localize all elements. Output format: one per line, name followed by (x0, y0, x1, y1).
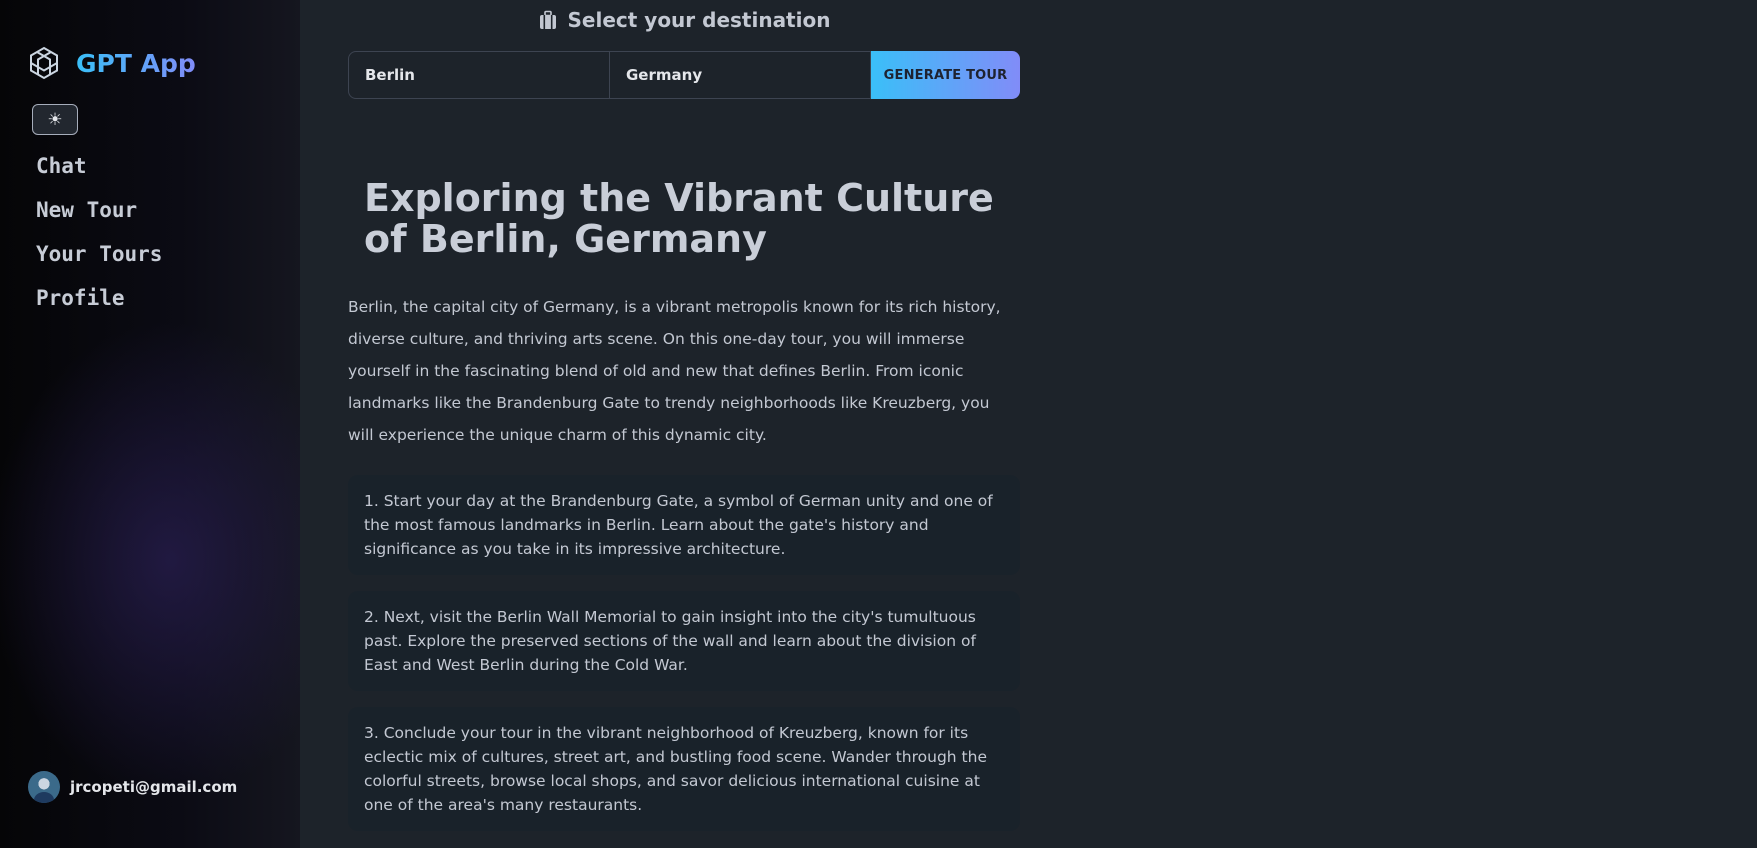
tour-stop-card: 3. Conclude your tour in the vibrant nei… (348, 707, 1020, 831)
tour-stops-list: 1. Start your day at the Brandenburg Gat… (348, 475, 1020, 847)
suitcase-icon (539, 10, 556, 29)
destination-form: GENERATE TOUR (348, 51, 1020, 99)
tour-stop-card: 1. Start your day at the Brandenburg Gat… (348, 475, 1020, 575)
nav-item-new-tour[interactable]: New Tour (36, 194, 162, 238)
nav-item-your-tours[interactable]: Your Tours (36, 238, 162, 282)
brand[interactable]: GPT App (28, 46, 196, 80)
sidebar: GPT App ☀ Chat New Tour Your Tours Profi… (0, 0, 300, 848)
sun-icon: ☀ (47, 109, 63, 129)
generate-tour-button[interactable]: GENERATE TOUR (871, 51, 1020, 99)
tour-title: Exploring the Vibrant Culture of Berlin,… (364, 176, 994, 261)
user-profile[interactable]: jrcopeti@gmail.com (28, 771, 237, 803)
tour-stop-card: 2. Next, visit the Berlin Wall Memorial … (348, 591, 1020, 691)
hexagon-grid-logo-icon (30, 46, 58, 80)
destination-heading-text: Select your destination (567, 8, 831, 32)
city-input[interactable] (348, 51, 610, 99)
sidebar-nav: Chat New Tour Your Tours Profile (36, 150, 162, 326)
theme-toggle-button[interactable]: ☀ (32, 104, 78, 135)
tour-description: Berlin, the capital city of Germany, is … (348, 298, 1001, 444)
app-name: GPT App (76, 48, 196, 78)
country-input[interactable] (610, 51, 871, 99)
destination-heading: Select your destination (348, 8, 1020, 32)
user-email: jrcopeti@gmail.com (70, 778, 238, 796)
avatar[interactable] (28, 771, 60, 803)
nav-item-chat[interactable]: Chat (36, 150, 162, 194)
nav-item-profile[interactable]: Profile (36, 282, 162, 326)
